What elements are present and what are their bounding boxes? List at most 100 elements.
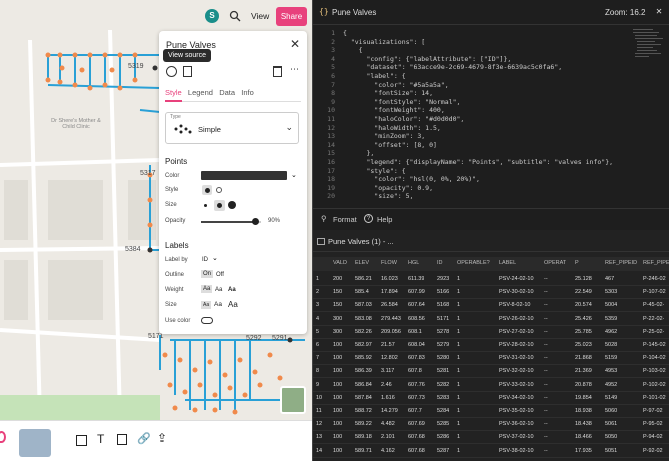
size-small-text-option[interactable]: Aa bbox=[201, 301, 212, 309]
use-color-toggle[interactable] bbox=[201, 317, 213, 324]
weight-light-option[interactable]: Aa bbox=[201, 285, 213, 293]
table-row[interactable]: 9 100 586.84 2.46 607.76 5282 1 PSV-33-02-10 -- 2… bbox=[313, 379, 669, 392]
map-label: 5291 bbox=[272, 335, 288, 342]
table-row[interactable]: 1 200 586.21 16.023 611.39 2923 1 PSV-24-02-10 -… bbox=[313, 273, 669, 286]
avatar[interactable]: S bbox=[205, 9, 219, 23]
column-header[interactable]: ELEV bbox=[355, 260, 369, 266]
table-row[interactable]: 8 100 586.39 3.117 607.8 5281 1 PSV-32-02-10 -- 2… bbox=[313, 365, 669, 379]
column-header[interactable]: OPERAT bbox=[544, 260, 566, 266]
line-number: 5 bbox=[331, 63, 335, 72]
column-header[interactable]: OPERABLE? bbox=[457, 260, 490, 266]
column-header[interactable]: VALD bbox=[333, 260, 347, 266]
code-area[interactable]: 1 {2 "visualizations": [3 {4 "config": {"… bbox=[313, 25, 669, 205]
opacity-slider[interactable] bbox=[201, 218, 261, 225]
table-row[interactable]: 11 100 588.72 14.279 607.7 5284 1 PSV-35-02-10 -… bbox=[313, 405, 669, 418]
tab-data[interactable]: Data bbox=[219, 88, 235, 100]
column-header[interactable]: P bbox=[575, 260, 579, 266]
tab-legend[interactable]: Legend bbox=[188, 88, 213, 100]
code-line: "config": {"labelAttribute": ["ID"]}, bbox=[343, 54, 512, 63]
table-row[interactable]: 14 100 589.71 4.162 607.68 5287 1 PSV-38-02-10 -… bbox=[313, 445, 669, 458]
table-row[interactable]: 2 150 585.4 17.894 607.99 5166 1 PSV-30-02-10 --… bbox=[313, 286, 669, 300]
table-row[interactable]: 7 100 585.92 12.802 607.83 5280 1 PSV-31-02-10 -… bbox=[313, 352, 669, 366]
table-cell: -- bbox=[544, 381, 548, 388]
table-cell: 21.868 bbox=[575, 355, 592, 362]
table-cell: 2 bbox=[316, 289, 320, 296]
line-number: 15 bbox=[327, 149, 335, 158]
link-icon[interactable]: 🔗 bbox=[137, 432, 151, 445]
color-swatch[interactable] bbox=[201, 171, 287, 180]
close-icon[interactable]: ✕ bbox=[290, 37, 300, 51]
type-select-value: Simple bbox=[198, 125, 221, 134]
document-icon[interactable] bbox=[183, 66, 192, 77]
weight-bold-option[interactable]: Aa bbox=[228, 287, 236, 293]
format-button[interactable]: Format bbox=[333, 215, 357, 224]
line-number: 9 bbox=[331, 97, 335, 106]
table-cell: 1 bbox=[457, 315, 461, 322]
table-row[interactable]: 10 100 587.84 1.616 607.73 5283 1 PSV-34-02-10 -… bbox=[313, 392, 669, 405]
column-header[interactable]: REF_PIPE bbox=[643, 260, 669, 266]
help-icon[interactable]: ? bbox=[364, 214, 373, 223]
select-region-icon[interactable] bbox=[76, 435, 87, 446]
table-row[interactable]: 13 100 589.18 2.101 607.68 5286 1 PSV-37-02-10 -… bbox=[313, 431, 669, 445]
table-row[interactable]: 12 100 589.22 4.482 607.69 5285 1 PSV-36-02-10 -… bbox=[313, 418, 669, 432]
table-cell: 17.935 bbox=[575, 447, 592, 454]
share-button[interactable]: Share bbox=[276, 7, 307, 26]
outline-on-option[interactable]: On bbox=[201, 270, 214, 278]
table-cell: 5050 bbox=[605, 434, 618, 441]
type-select[interactable]: Type Simple ⌄ bbox=[165, 112, 299, 144]
format-icon[interactable]: ⚲ bbox=[321, 214, 327, 223]
table-cell: 607.73 bbox=[408, 394, 425, 401]
data-table-panel: Pune Valves (1) - ... VALD ELEV FLOW HGL ID O… bbox=[313, 230, 669, 461]
opacity-label: Opacity bbox=[165, 218, 186, 224]
upload-icon[interactable]: ⇪ bbox=[157, 431, 167, 445]
size-small-option[interactable] bbox=[204, 204, 207, 207]
basemap-preview[interactable] bbox=[19, 429, 51, 457]
simple-points-icon bbox=[173, 124, 193, 136]
help-button[interactable]: Help bbox=[377, 215, 392, 224]
search-icon[interactable] bbox=[228, 9, 242, 23]
table-cell: 279.443 bbox=[381, 315, 401, 322]
outline-off-option[interactable]: Off bbox=[216, 272, 224, 278]
table-row[interactable]: 5 300 582.26 209.056 608.1 5278 1 PSV-27-02-10 -… bbox=[313, 326, 669, 339]
style-outline-option[interactable] bbox=[216, 187, 222, 193]
column-header[interactable]: HGL bbox=[408, 260, 419, 266]
code-line: "visualizations": [ bbox=[343, 37, 426, 46]
column-header[interactable]: ID bbox=[437, 260, 443, 266]
tab-style[interactable]: Style bbox=[165, 88, 182, 102]
minimap[interactable] bbox=[631, 27, 663, 61]
table-row[interactable]: 3 150 587.03 26.584 607.64 5168 1 PSV-8-02-10 --… bbox=[313, 299, 669, 313]
column-header[interactable]: FLOW bbox=[381, 260, 397, 266]
table-cell: 583.08 bbox=[355, 315, 372, 322]
note-icon[interactable] bbox=[117, 434, 127, 445]
table-row[interactable]: 6 100 582.97 21.57 608.04 5279 1 PSV-28-02-10 --… bbox=[313, 339, 669, 352]
column-header[interactable]: LABEL bbox=[499, 260, 516, 266]
tab-info[interactable]: Info bbox=[241, 88, 254, 100]
table-cell: 100 bbox=[333, 421, 343, 428]
close-icon[interactable]: ✕ bbox=[656, 6, 662, 17]
table-cell: 1 bbox=[457, 434, 461, 441]
view-button[interactable]: View bbox=[251, 11, 269, 21]
table-row[interactable]: 4 300 583.08 279.443 608.56 5171 1 PSV-26-02-10… bbox=[313, 313, 669, 326]
table-cell: 4.162 bbox=[381, 447, 395, 454]
view-source-icon[interactable] bbox=[166, 66, 177, 77]
table-cell: P-145-02 bbox=[643, 342, 666, 348]
table-cell: 12 bbox=[316, 421, 323, 428]
table-cell: 1 bbox=[457, 342, 461, 348]
basemap-thumbnail[interactable] bbox=[280, 386, 306, 414]
label-by-select[interactable]: ID bbox=[202, 257, 208, 263]
line-number: 11 bbox=[327, 115, 335, 123]
chevron-down-icon[interactable]: ⌄ bbox=[291, 171, 297, 179]
column-header[interactable]: REF_PIPEID bbox=[605, 260, 637, 266]
weight-regular-option[interactable]: Aa bbox=[215, 287, 222, 293]
size-medium-option[interactable] bbox=[214, 200, 225, 211]
trash-icon[interactable] bbox=[273, 66, 282, 77]
size-large-option[interactable] bbox=[228, 201, 236, 209]
size-large-text-option[interactable]: Aa bbox=[228, 300, 238, 309]
map-canvas[interactable]: 5319 5317 5384 5171 5292 5291 Dr Shere's… bbox=[0, 0, 312, 461]
size-medium-text-option[interactable]: Aa bbox=[214, 301, 222, 308]
marker-icon[interactable] bbox=[0, 431, 6, 443]
style-filled-option[interactable] bbox=[202, 185, 212, 195]
text-icon[interactable]: T bbox=[97, 432, 104, 446]
more-icon[interactable]: ⋯ bbox=[290, 64, 299, 75]
chevron-down-icon[interactable]: ⌄ bbox=[212, 254, 218, 262]
